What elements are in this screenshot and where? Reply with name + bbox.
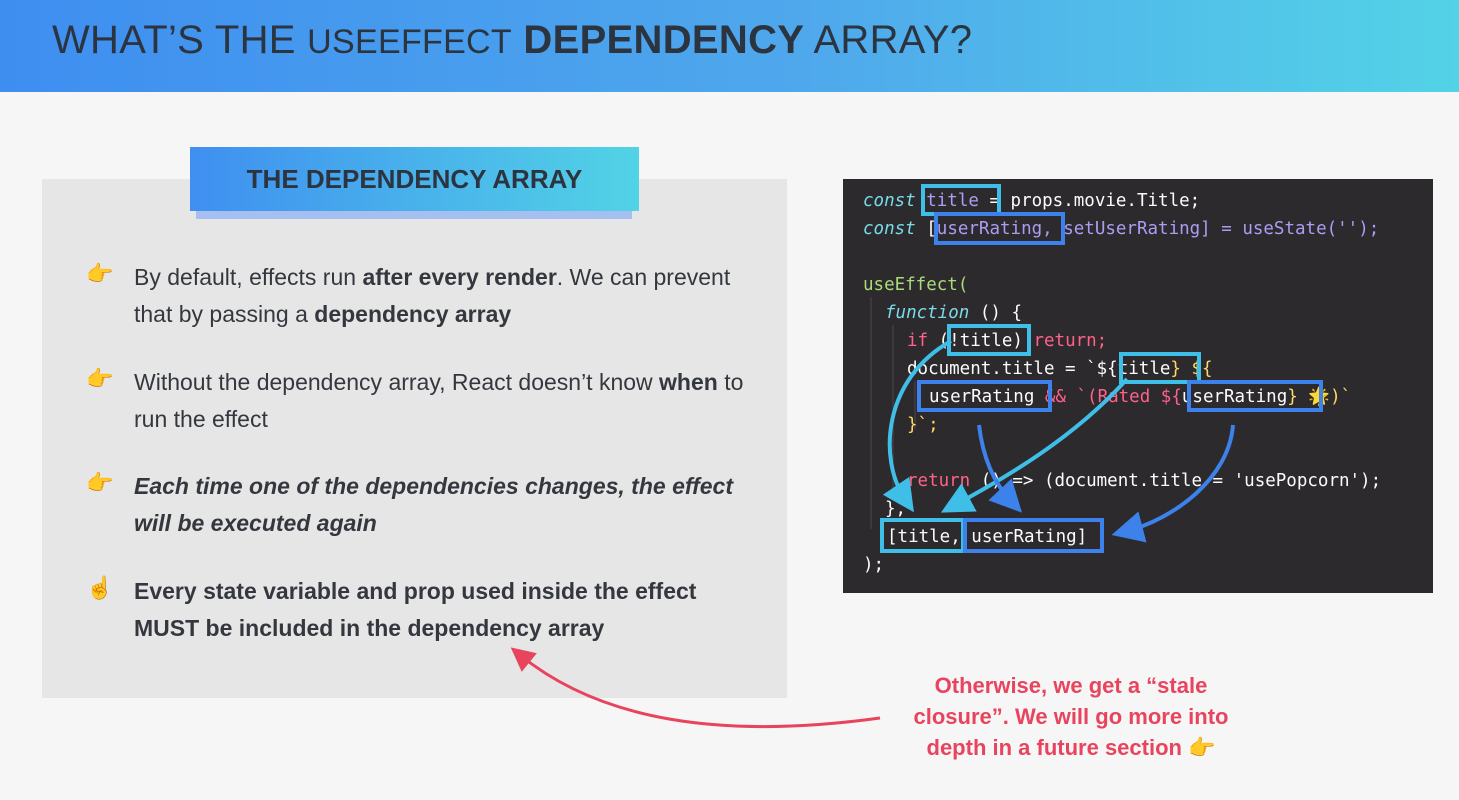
- pointing-hand-icon: 👉: [1188, 735, 1216, 760]
- stale-closure-note: Otherwise, we get a “stale closure”. We …: [913, 673, 1229, 760]
